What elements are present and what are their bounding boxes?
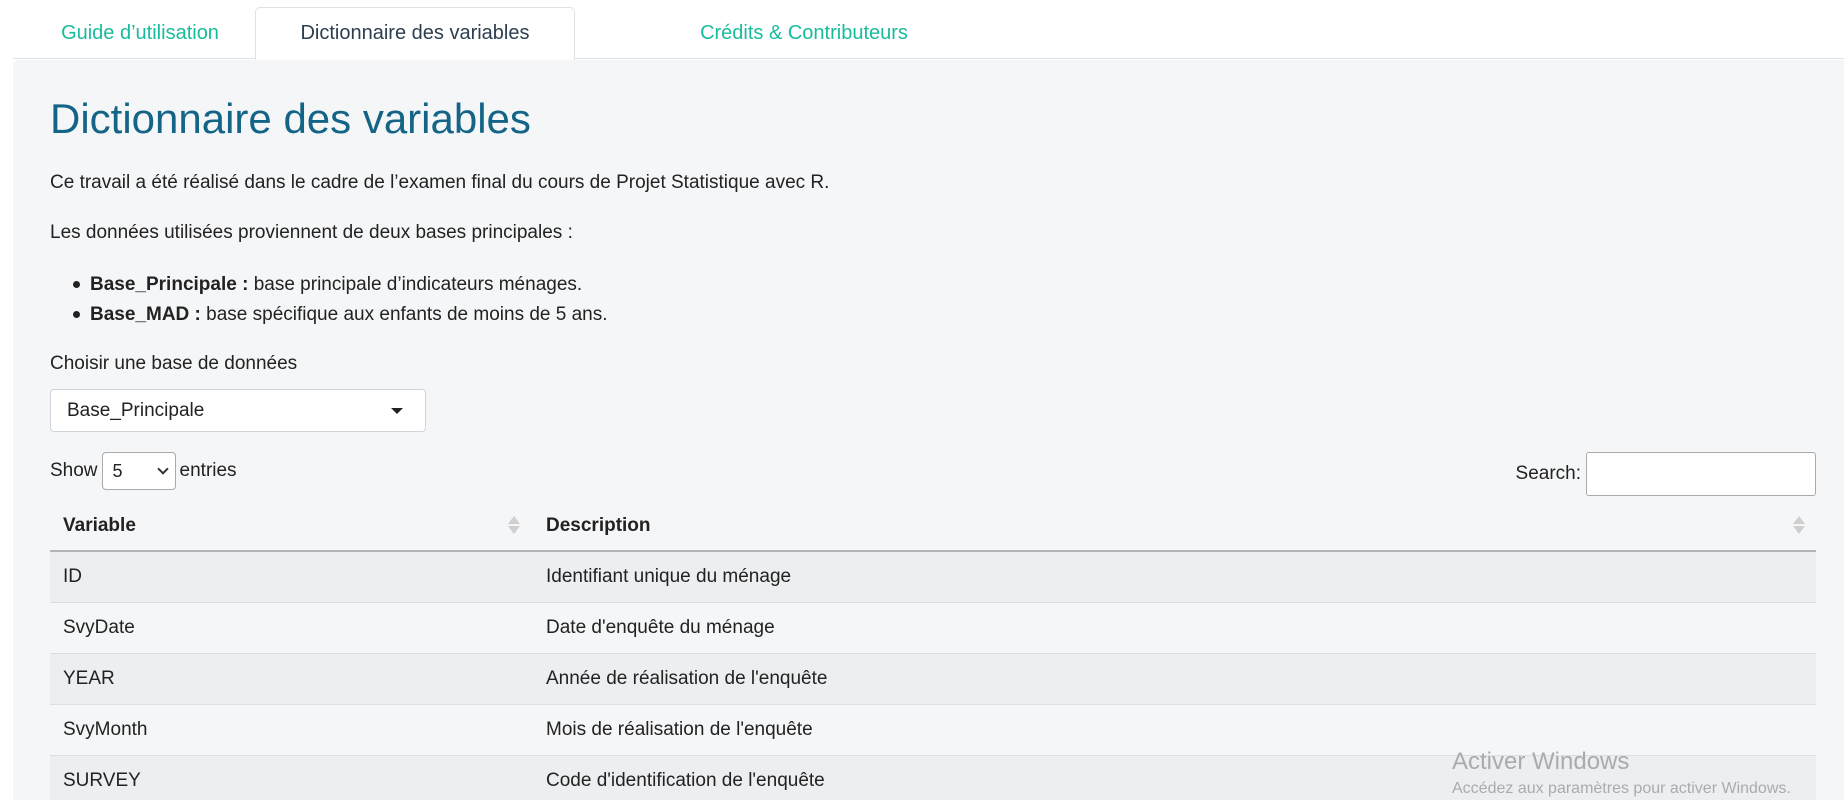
list-item: Base_MAD : base spécifique aux enfants d… [73, 301, 608, 331]
caret-down-icon [391, 408, 403, 414]
search-input[interactable] [1586, 452, 1816, 496]
cell-description: Code d'identification de l'enquête [546, 770, 825, 791]
database-select-label: Choisir une base de données [50, 353, 298, 374]
tab-credits[interactable]: Crédits & Contributeurs [673, 7, 935, 59]
base-name: Base_MAD : [90, 304, 201, 325]
bases-list: Base_Principale : base principale d’indi… [73, 271, 608, 331]
column-header-variable[interactable]: Variable [63, 500, 136, 552]
list-item: Base_Principale : base principale d’indi… [73, 271, 608, 301]
cell-variable: SURVEY [63, 770, 141, 791]
cell-description: Année de réalisation de l'enquête [546, 668, 828, 689]
sort-icon[interactable] [1793, 516, 1805, 536]
watermark-subtitle: Accédez aux paramètres pour activer Wind… [1452, 780, 1791, 797]
database-select[interactable]: Base_Principale [50, 389, 426, 432]
page-length-select[interactable]: 5 [101, 452, 176, 490]
table-row: ID Identifiant unique du ménage [50, 552, 1816, 603]
tab-bar: Guide d’utilisation Dictionnaire des var… [13, 0, 1844, 60]
show-label: Show [50, 460, 98, 481]
tab-guide[interactable]: Guide d’utilisation [43, 7, 237, 59]
chevron-down-icon [156, 463, 169, 475]
cell-variable: ID [63, 566, 82, 587]
database-select-value: Base_Principale [67, 399, 205, 421]
column-header-description[interactable]: Description [546, 500, 651, 552]
sort-icon[interactable] [508, 516, 520, 536]
sources-intro-text: Les données utilisées proviennent de deu… [50, 222, 573, 243]
intro-text: Ce travail a été réalisé dans le cadre d… [50, 172, 830, 193]
table-row: YEAR Année de réalisation de l'enquête [50, 654, 1816, 705]
page-length-value: 5 [112, 460, 123, 481]
table-header: Variable Description [50, 500, 1816, 552]
entries-label: entries [179, 460, 237, 481]
watermark-title: Activer Windows [1452, 748, 1630, 775]
page: Guide d’utilisation Dictionnaire des var… [0, 0, 1844, 800]
page-length-control: Show 5 entries [50, 452, 237, 490]
search-label: Search: [1515, 463, 1581, 484]
cell-description: Mois de réalisation de l'enquête [546, 719, 813, 740]
base-description: base principale d’indicateurs ménages. [248, 274, 583, 295]
table-search: Search: [1516, 452, 1816, 496]
cell-variable: SvyMonth [63, 719, 148, 740]
cell-description: Date d'enquête du ménage [546, 617, 775, 638]
windows-activation-watermark: Activer Windows Accédez aux paramètres p… [1452, 748, 1791, 798]
cell-variable: SvyDate [63, 617, 135, 638]
cell-variable: YEAR [63, 668, 115, 689]
page-title: Dictionnaire des variables [50, 95, 531, 142]
base-name: Base_Principale : [90, 274, 249, 295]
cell-description: Identifiant unique du ménage [546, 566, 792, 587]
tab-dictionnaire[interactable]: Dictionnaire des variables [255, 7, 575, 60]
table-row: SvyDate Date d'enquête du ménage [50, 603, 1816, 654]
base-description: base spécifique aux enfants de moins de … [200, 304, 608, 325]
